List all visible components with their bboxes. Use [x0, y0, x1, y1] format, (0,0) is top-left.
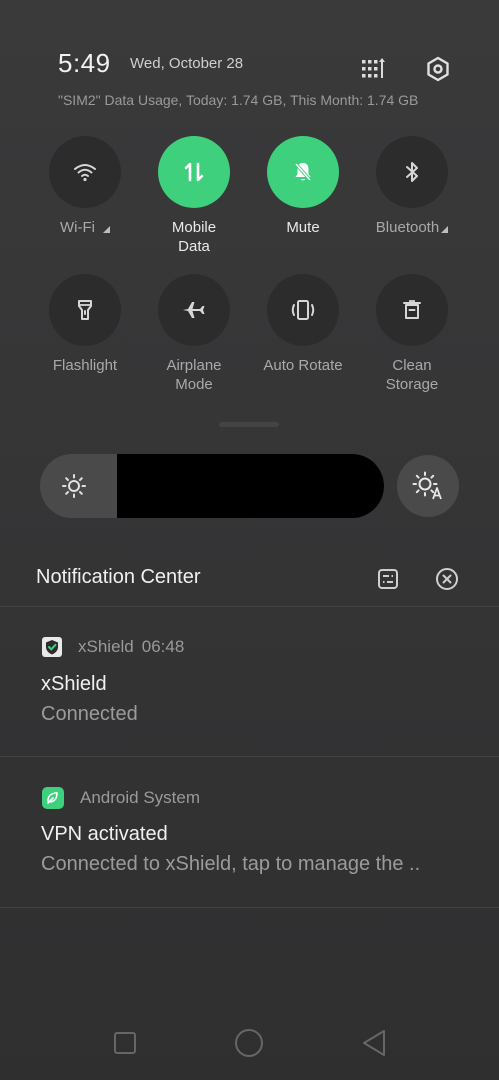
- tile-mobile-data-label-line2: Data: [178, 238, 210, 255]
- clock-time: 5:49: [58, 48, 111, 78]
- airplane-icon: [183, 302, 205, 318]
- divider: [0, 907, 499, 908]
- tile-clean-storage[interactable]: Clean Storage: [357, 274, 467, 394]
- tile-auto-rotate[interactable]: Auto Rotate: [248, 274, 358, 375]
- data-usage-text: "SIM2" Data Usage, Today: 1.74 GB, This …: [58, 92, 419, 108]
- expand-corner-icon: [441, 226, 449, 233]
- notification-title: xShield: [41, 673, 107, 695]
- notification-app-name: xShield: [78, 637, 134, 656]
- notification-time: 06:48: [141, 637, 185, 656]
- xshield-app-icon: [41, 636, 63, 658]
- tile-bluetooth-label: Bluetooth: [375, 219, 440, 236]
- notification-settings-icon[interactable]: [374, 565, 402, 593]
- tile-wifi-label: Wi-Fi: [60, 219, 95, 236]
- notification-center-title: Notification Center: [36, 566, 201, 588]
- tile-wifi[interactable]: Wi-Fi: [30, 136, 140, 237]
- tile-auto-rotate-label: Auto Rotate: [263, 357, 343, 374]
- auto-rotate-toggle[interactable]: [267, 274, 339, 346]
- notification-app-name: Android System: [80, 788, 200, 807]
- date-text: Wed, October 28: [130, 55, 244, 72]
- tile-mobile-data-label-line1: Mobile: [171, 219, 217, 236]
- clean-storage-icon: [403, 300, 421, 319]
- tile-flashlight-label: Flashlight: [52, 357, 118, 374]
- back-button[interactable]: [354, 1023, 394, 1063]
- auto-rotate-icon: [291, 300, 315, 320]
- tile-clean-label-line1: Clean: [392, 357, 432, 374]
- notification-body: Connected: [41, 703, 138, 725]
- tile-mute-label: Mute: [286, 219, 320, 236]
- settings-icon[interactable]: [424, 55, 452, 83]
- android-system-icon: [41, 786, 65, 810]
- brightness-slider-redacted-area: [117, 454, 384, 518]
- auto-brightness-icon: [412, 471, 442, 500]
- home-button[interactable]: [229, 1023, 269, 1063]
- mute-toggle[interactable]: [267, 136, 339, 208]
- notification-android-system[interactable]: Android System VPN activated Connected t…: [0, 757, 499, 907]
- airplane-mode-toggle[interactable]: [158, 274, 230, 346]
- mute-bell-icon: [294, 162, 312, 182]
- notification-xshield[interactable]: xShield 06:48 xShield Connected: [0, 607, 499, 755]
- bluetooth-toggle[interactable]: [376, 136, 448, 208]
- notification-body: Connected to xShield, tap to manage the …: [41, 853, 421, 875]
- tile-clean-label-line2: Storage: [385, 376, 439, 393]
- expand-corner-icon: [102, 226, 110, 233]
- clean-storage-toggle[interactable]: [376, 274, 448, 346]
- mobile-data-icon: [184, 162, 204, 182]
- notification-title: VPN activated: [41, 823, 168, 845]
- grid-edit-icon[interactable]: [360, 55, 388, 83]
- auto-brightness-button[interactable]: [397, 455, 459, 517]
- flashlight-toggle[interactable]: [49, 274, 121, 346]
- brightness-icon: [58, 470, 90, 502]
- tile-airplane-label-line2: Mode: [175, 376, 213, 393]
- wifi-toggle[interactable]: [49, 136, 121, 208]
- wifi-icon: [74, 164, 96, 182]
- panel-drag-handle[interactable]: [219, 422, 279, 427]
- recents-square-icon: [114, 1032, 136, 1054]
- tile-mute[interactable]: Mute: [248, 136, 358, 237]
- bluetooth-icon: [406, 162, 418, 182]
- tile-airplane-mode[interactable]: Airplane Mode: [139, 274, 249, 394]
- tile-airplane-label-line1: Airplane: [166, 357, 222, 374]
- back-triangle-icon: [363, 1030, 385, 1056]
- tile-flashlight[interactable]: Flashlight: [30, 274, 140, 375]
- flashlight-icon: [78, 300, 92, 320]
- clear-all-icon[interactable]: [433, 565, 461, 593]
- recents-button[interactable]: [105, 1023, 145, 1063]
- home-circle-icon: [235, 1029, 263, 1057]
- tile-bluetooth[interactable]: Bluetooth: [357, 136, 467, 237]
- tile-mobile-data[interactable]: Mobile Data: [139, 136, 249, 256]
- mobile-data-toggle[interactable]: [158, 136, 230, 208]
